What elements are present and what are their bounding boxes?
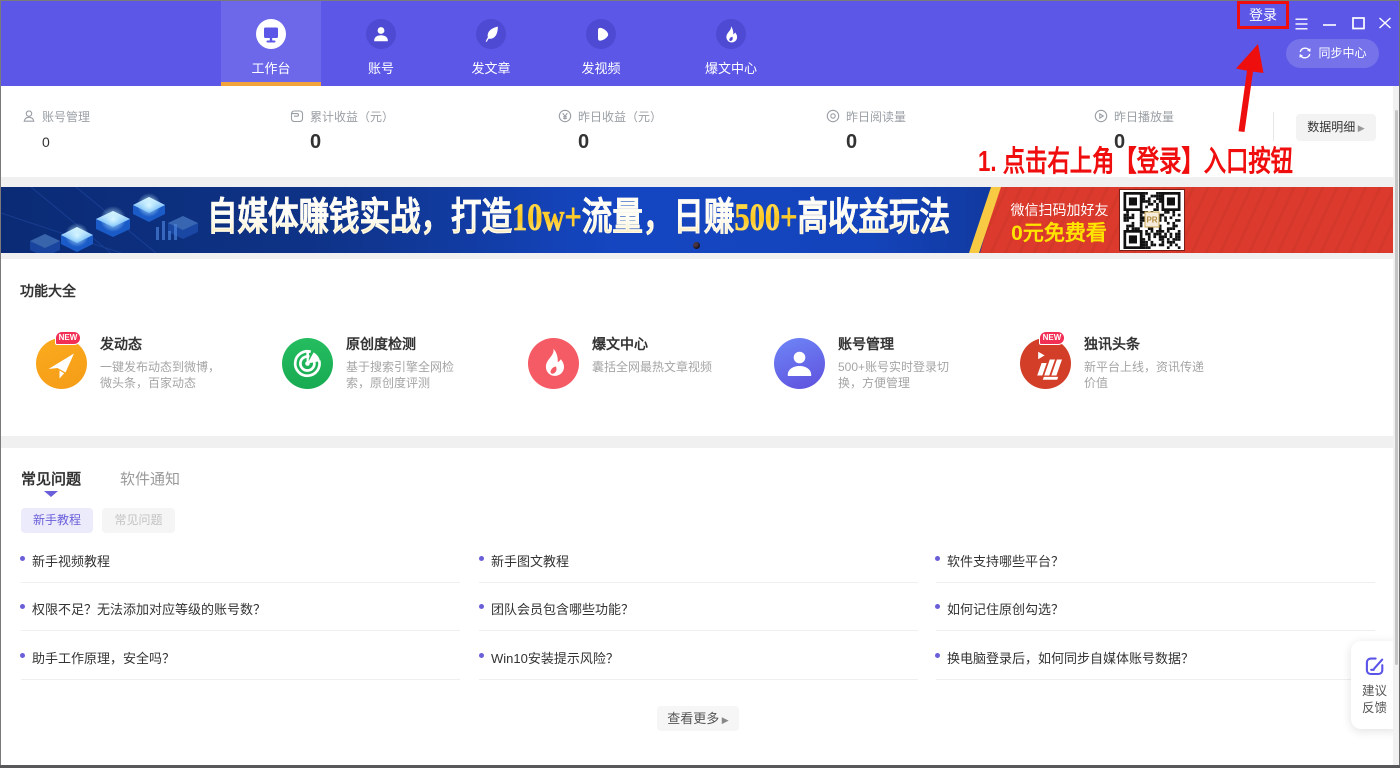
svg-text:PR: PR	[1146, 216, 1157, 225]
